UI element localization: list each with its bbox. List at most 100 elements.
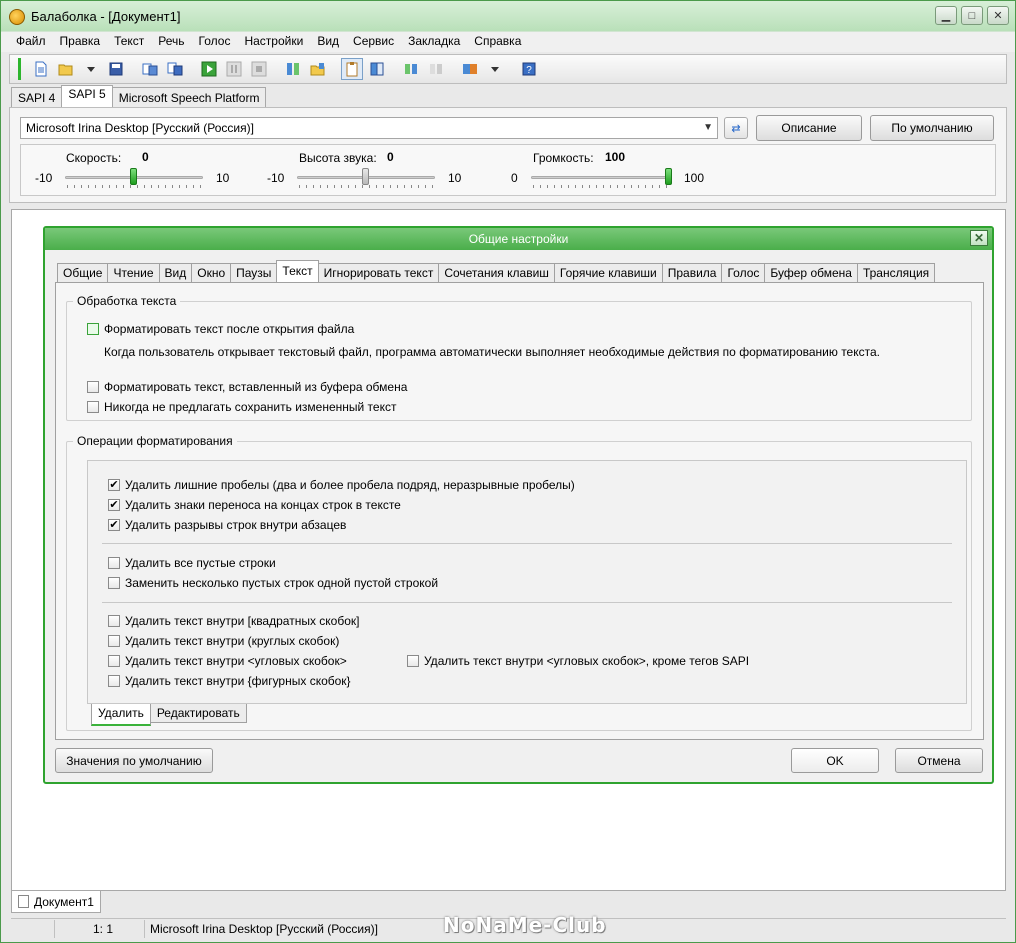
tab-sapi5[interactable]: SAPI 5 [61,85,113,107]
dialog-title-bar: Общие настройки ✕ [45,228,992,250]
remove-breaks-checkbox[interactable]: ✔ [108,519,120,531]
remove-round-row[interactable]: Удалить текст внутри (круглых скобок) [108,634,339,648]
remove-square-checkbox[interactable] [108,615,120,627]
remove-square-row[interactable]: Удалить текст внутри [квадратных скобок] [108,614,359,628]
open-folder-icon[interactable] [55,58,77,80]
play-icon[interactable] [198,58,220,80]
format-clipboard-checkbox[interactable] [87,381,99,393]
voice-select[interactable]: Microsoft Irina Desktop [Русский (Россия… [20,117,718,139]
stop-icon[interactable] [248,58,270,80]
replace-empty-row[interactable]: Заменить несколько пустых строк одной пу… [108,576,438,590]
remove-round-checkbox[interactable] [108,635,120,647]
tab-pauses[interactable]: Паузы [230,263,278,282]
pitch-ticks [299,185,433,188]
defaults-button[interactable]: Значения по умолчанию [55,748,213,773]
remove-angle-checkbox[interactable] [108,655,120,667]
remove-angle-except-sapi-checkbox[interactable] [407,655,419,667]
help-icon[interactable]: ? [518,58,540,80]
menu-view[interactable]: Вид [310,32,346,52]
pitch-thumb[interactable] [362,168,369,185]
convert-icon[interactable] [139,58,161,80]
formatting-sub-tabs: Удалить Редактировать [91,704,247,726]
volume-track[interactable] [531,176,669,179]
remove-angle-except-sapi-row[interactable]: Удалить текст внутри <угловых скобок>, к… [407,654,749,668]
book-icon[interactable] [366,58,388,80]
volume-thumb[interactable] [665,168,672,185]
pitch-value: 0 [387,150,394,164]
minimize-icon[interactable]: ▁ [935,6,957,25]
dropdown-arrow-icon[interactable] [80,58,102,80]
batch-convert-icon[interactable] [164,58,186,80]
description-button[interactable]: Описание [756,115,862,141]
formatting-ops-title: Операции форматирования [73,434,237,448]
folder-sound-icon[interactable] [307,58,329,80]
voice-disabled-icon[interactable] [425,58,447,80]
translate-icon[interactable] [459,58,481,80]
close-icon[interactable]: ✕ [970,230,988,246]
format-clipboard-row[interactable]: Форматировать текст, вставленный из буфе… [87,380,407,394]
never-save-row[interactable]: Никогда не предлагать сохранить измененн… [87,400,396,414]
tab-shortcuts[interactable]: Сочетания клавиш [438,263,555,282]
tab-ignore-text[interactable]: Игнорировать текст [317,263,440,282]
document-tab[interactable]: Документ1 [11,891,101,913]
remove-curly-row[interactable]: Удалить текст внутри {фигурных скобок} [108,674,351,688]
menu-edit[interactable]: Правка [53,32,108,52]
refresh-voices-icon[interactable]: ⇄ [724,117,748,139]
clipboard-icon[interactable] [341,58,363,80]
chevron-down-icon[interactable]: ▼ [703,122,713,133]
tab-window[interactable]: Окно [191,263,232,282]
replace-empty-checkbox[interactable] [108,577,120,589]
tab-text[interactable]: Текст [276,260,319,282]
remove-curly-checkbox[interactable] [108,675,120,687]
pitch-slider-group: Высота звука: 0 -10 10 [263,145,493,197]
tab-broadcast[interactable]: Трансляция [856,263,936,282]
tab-view[interactable]: Вид [158,263,193,282]
tab-remove[interactable]: Удалить [91,704,151,726]
tab-speech-platform[interactable]: Microsoft Speech Platform [111,87,267,109]
menu-file[interactable]: Файл [9,32,53,52]
remove-hyphens-row[interactable]: ✔ Удалить знаки переноса на концах строк… [108,498,401,512]
volume-ticks [533,185,667,188]
ok-button[interactable]: OK [791,748,879,773]
default-voice-button[interactable]: По умолчанию [870,115,994,141]
tab-general[interactable]: Общие [57,263,109,282]
menu-speech[interactable]: Речь [151,32,191,52]
remove-hyphens-checkbox[interactable]: ✔ [108,499,120,511]
replace-empty-label: Заменить несколько пустых строк одной пу… [125,576,439,590]
new-file-icon[interactable] [30,58,52,80]
remove-empty-row[interactable]: Удалить все пустые строки [108,556,276,570]
pause-icon[interactable] [223,58,245,80]
tab-reading[interactable]: Чтение [107,263,160,282]
tab-voice[interactable]: Голос [721,263,766,282]
pitch-max: 10 [448,171,462,185]
menu-voice[interactable]: Голос [192,32,238,52]
translate-dropdown-icon[interactable] [484,58,506,80]
tab-edit[interactable]: Редактировать [149,704,247,723]
tab-rules[interactable]: Правила [661,263,723,282]
menu-help[interactable]: Справка [467,32,528,52]
format-after-open-row[interactable]: Форматировать текст после открытия файла [87,322,354,336]
menu-tools[interactable]: Сервис [346,32,401,52]
speed-thumb[interactable] [130,168,137,185]
split-icon[interactable] [282,58,304,80]
tab-sapi4[interactable]: SAPI 4 [11,87,63,109]
menu-text[interactable]: Текст [107,32,151,52]
remove-angle-row[interactable]: Удалить текст внутри <угловых скобок> [108,654,347,668]
cancel-button[interactable]: Отмена [895,748,983,773]
remove-breaks-row[interactable]: ✔ Удалить разрывы строк внутри абзацев [108,518,346,532]
save-icon[interactable] [105,58,127,80]
tab-hotkeys[interactable]: Горячие клавиши [553,263,663,282]
maximize-icon[interactable]: □ [961,6,983,25]
toolbar-grip[interactable] [18,58,21,80]
menu-settings[interactable]: Настройки [237,32,310,52]
close-icon[interactable]: ✕ [987,6,1009,25]
format-after-open-checkbox[interactable] [87,323,99,335]
remove-spaces-checkbox[interactable]: ✔ [108,479,120,491]
remove-empty-label: Удалить все пустые строки [125,556,276,570]
never-save-checkbox[interactable] [87,401,99,413]
tab-clipboard[interactable]: Буфер обмена [764,263,858,282]
remove-empty-checkbox[interactable] [108,557,120,569]
menu-bookmark[interactable]: Закладка [401,32,467,52]
voice-switch-icon[interactable] [400,58,422,80]
remove-spaces-row[interactable]: ✔ Удалить лишние пробелы (два и более пр… [108,478,575,492]
